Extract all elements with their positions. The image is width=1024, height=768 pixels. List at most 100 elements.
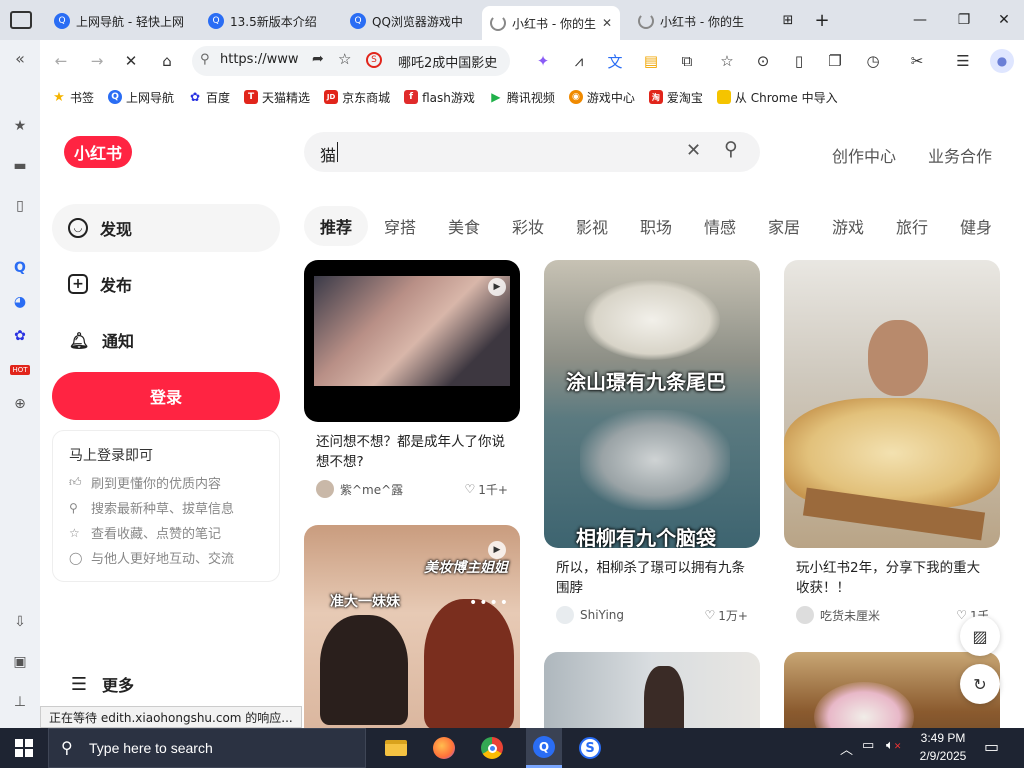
- stop-loading-icon[interactable]: ✕: [120, 50, 142, 72]
- ai-assistant-icon[interactable]: ✦: [532, 50, 554, 72]
- feed-card[interactable]: [544, 652, 760, 728]
- channel-tab[interactable]: 健身: [960, 214, 992, 238]
- star-icon[interactable]: ★: [10, 116, 30, 136]
- tab-close-icon[interactable]: ✕: [602, 16, 612, 30]
- avatar[interactable]: ●: [990, 49, 1014, 73]
- refresh-icon[interactable]: ↻: [960, 664, 1000, 704]
- download-icon[interactable]: ⇩: [10, 612, 30, 632]
- tab-0[interactable]: Q 上网导航 - 轻快上网: [46, 6, 190, 36]
- baidu-paw-icon[interactable]: ✿: [10, 326, 30, 346]
- news-icon[interactable]: HOT: [10, 360, 30, 380]
- bookmark-item[interactable]: ▶ 腾讯视频: [489, 89, 555, 106]
- forward-icon[interactable]: →: [86, 50, 108, 72]
- qq-browser-icon[interactable]: Q: [10, 258, 30, 278]
- new-tab-icon[interactable]: +: [810, 8, 834, 32]
- channel-tab[interactable]: 旅行: [896, 214, 928, 238]
- feed-card[interactable]: 涂山璟有九条尾巴 相柳有九个脑袋 所以，相柳杀了璟可以拥有九条围脖 ShiYin…: [544, 260, 760, 624]
- card-title[interactable]: 所以，相柳杀了璟可以拥有九条围脖: [544, 558, 760, 598]
- bookmark-item[interactable]: JD 京东商城: [324, 89, 390, 106]
- volume-muted-icon[interactable]: 🔈︎✕: [886, 738, 901, 753]
- bookmark-item[interactable]: 淘爱淘宝: [648, 89, 703, 106]
- channel-tab-recommend[interactable]: 推荐: [304, 206, 369, 246]
- share-icon[interactable]: ➦: [312, 51, 324, 67]
- copy-window-icon[interactable]: ❐: [824, 50, 846, 72]
- card-cover-image[interactable]: [544, 652, 760, 728]
- clock-date[interactable]: 2/9/2025: [912, 749, 974, 763]
- add-panel-icon[interactable]: ⊕: [10, 394, 30, 414]
- channel-tab[interactable]: 影视: [576, 214, 608, 238]
- nav-publish[interactable]: + 发布: [52, 260, 280, 308]
- file-explorer-icon[interactable]: [382, 734, 410, 762]
- qq-browser-icon[interactable]: Q: [526, 728, 562, 768]
- feed-card[interactable]: 玩小红书2年，分享下我的重大收获！！ 吃货未厘米 ♡1千+: [784, 260, 1000, 624]
- toolbox-icon[interactable]: ▣: [10, 652, 30, 672]
- stock-chart-icon[interactable]: ⩘: [568, 50, 590, 72]
- notification-icon[interactable]: ▭: [984, 737, 999, 756]
- image-gallery-icon[interactable]: ▨: [960, 616, 1000, 656]
- search-hint[interactable]: 哪吒2成中国影史: [398, 52, 506, 71]
- channel-tab[interactable]: 家居: [768, 214, 800, 238]
- bookmark-item[interactable]: 从 Chrome 中导入: [716, 89, 838, 106]
- tab-grid-icon[interactable]: ⊞: [776, 8, 800, 32]
- back-icon[interactable]: ←: [50, 50, 72, 72]
- clock-time[interactable]: 3:49 PM: [916, 731, 970, 745]
- tray-chevron-icon[interactable]: ︿: [840, 739, 853, 758]
- feed-card[interactable]: 美妆博主姐姐 准大一妹妹 ▶ ••••: [304, 525, 520, 728]
- extensions-icon[interactable]: ⧉: [676, 50, 698, 72]
- author-avatar[interactable]: [556, 606, 574, 624]
- taskbar-search-box[interactable]: ⚲ Type here to search: [48, 728, 366, 768]
- author-name[interactable]: 紫^me^露: [340, 481, 403, 498]
- favorites-icon[interactable]: ☆: [716, 50, 738, 72]
- maximize-icon[interactable]: ❐: [952, 8, 976, 32]
- clear-icon[interactable]: ✕: [686, 140, 701, 161]
- author-name[interactable]: 吃货未厘米: [820, 607, 880, 624]
- search-icon[interactable]: ⚲: [724, 138, 738, 160]
- chrome-icon[interactable]: [478, 734, 506, 762]
- history-icon[interactable]: ◷: [862, 50, 884, 72]
- screenshot-scissors-icon[interactable]: ✂: [906, 50, 928, 72]
- network-icon[interactable]: ▭: [862, 738, 874, 753]
- search-engine-icon[interactable]: S: [366, 52, 382, 68]
- nav-notify[interactable]: 🔔︎ 通知: [52, 316, 280, 364]
- bookmark-item[interactable]: ★ 书签: [52, 89, 94, 106]
- bookmark-item[interactable]: f flash游戏: [404, 89, 475, 106]
- collapse-icon[interactable]: «: [10, 48, 30, 68]
- tab-4[interactable]: 小红书 - 你的生: [630, 6, 770, 36]
- url-text[interactable]: https://www: [220, 52, 299, 67]
- menu-icon[interactable]: ☰: [952, 50, 974, 72]
- author-avatar[interactable]: [316, 480, 334, 498]
- phone-icon[interactable]: ▯: [10, 196, 30, 216]
- windows-start-icon[interactable]: [10, 734, 38, 762]
- business-link[interactable]: 业务合作: [928, 143, 992, 167]
- author-name[interactable]: ShiYing: [580, 608, 624, 622]
- bookmark-item[interactable]: Q 上网导航: [108, 89, 174, 106]
- site-logo[interactable]: 小红书: [64, 136, 132, 168]
- sidebar-toggle-icon[interactable]: [10, 11, 32, 29]
- download-icon[interactable]: ⊙: [752, 50, 774, 72]
- bookmark-item[interactable]: ◉ 游戏中心: [568, 89, 635, 106]
- creator-center-link[interactable]: 创作中心: [832, 143, 896, 167]
- channel-tab[interactable]: 情感: [704, 214, 736, 238]
- like-button[interactable]: ♡ 1万+: [705, 607, 748, 624]
- card-cover-image[interactable]: 美妆博主姐姐 准大一妹妹 ▶ ••••: [304, 525, 520, 728]
- folder-icon[interactable]: ▬: [10, 156, 30, 176]
- tab-3[interactable]: 小红书 - 你的生 ✕: [482, 6, 620, 40]
- nav-more[interactable]: ☰ 更多: [52, 660, 280, 708]
- file-tools-icon[interactable]: ▤: [640, 50, 662, 72]
- bookmark-item[interactable]: ✿ 百度: [188, 89, 230, 106]
- firefox-icon[interactable]: [430, 734, 458, 762]
- window-close-icon[interactable]: ✕: [992, 8, 1016, 32]
- channel-tab[interactable]: 彩妆: [512, 214, 544, 238]
- card-cover-image[interactable]: [784, 260, 1000, 548]
- card-cover-image[interactable]: ▶: [304, 260, 520, 422]
- card-cover-image[interactable]: 涂山璟有九条尾巴 相柳有九个脑袋: [544, 260, 760, 548]
- search-box[interactable]: 猫 ✕ ⚲: [304, 132, 760, 172]
- like-button[interactable]: ♡1千+: [465, 481, 508, 498]
- tab-2[interactable]: Q QQ浏览器游戏中: [342, 6, 470, 36]
- channel-tab[interactable]: 游戏: [832, 214, 864, 238]
- nav-discover[interactable]: ◡ 发现: [52, 204, 280, 252]
- address-bar[interactable]: ⚲ https://www ➦ ☆ S 哪吒2成中国影史: [192, 46, 510, 76]
- channel-tab[interactable]: 美食: [448, 214, 480, 238]
- bookmark-star-icon[interactable]: ☆: [338, 50, 351, 68]
- channel-tab[interactable]: 穿搭: [384, 214, 416, 238]
